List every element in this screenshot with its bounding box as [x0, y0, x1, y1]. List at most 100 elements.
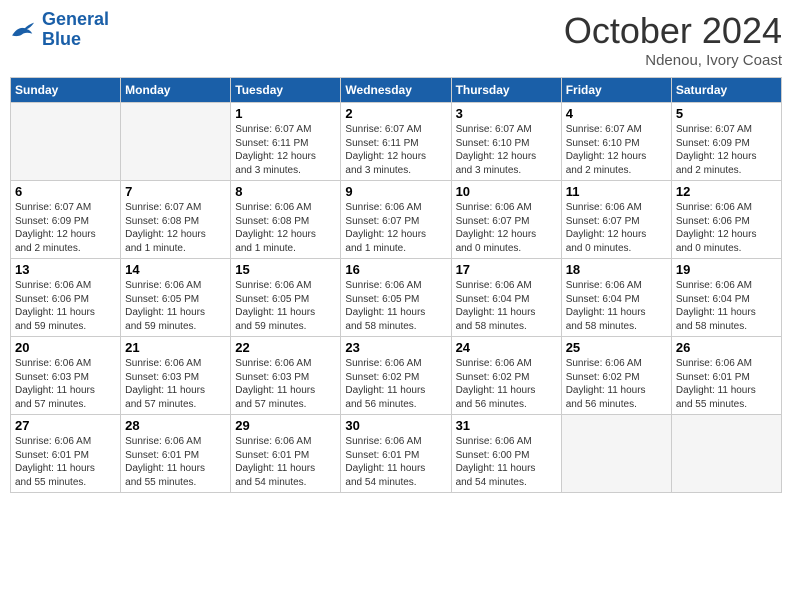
calendar-cell: 22 Sunrise: 6:06 AM Sunset: 6:03 PM Dayli… — [231, 337, 341, 415]
weekday-header: Wednesday — [341, 78, 451, 103]
weekday-header-row: SundayMondayTuesdayWednesdayThursdayFrid… — [11, 78, 782, 103]
day-info: Sunrise: 6:06 AM Sunset: 6:03 PM Dayligh… — [125, 357, 226, 411]
day-info: Sunrise: 6:07 AM Sunset: 6:11 PM Dayligh… — [345, 123, 446, 177]
day-info: Sunrise: 6:06 AM Sunset: 6:01 PM Dayligh… — [345, 435, 446, 489]
day-number: 10 — [456, 184, 557, 199]
calendar-cell: 28 Sunrise: 6:06 AM Sunset: 6:01 PM Dayli… — [121, 415, 231, 493]
weekday-header: Thursday — [451, 78, 561, 103]
month-title: October 2024 — [564, 10, 782, 52]
day-info: Sunrise: 6:06 AM Sunset: 6:04 PM Dayligh… — [566, 279, 667, 333]
weekday-header: Tuesday — [231, 78, 341, 103]
day-info: Sunrise: 6:06 AM Sunset: 6:01 PM Dayligh… — [15, 435, 116, 489]
day-info: Sunrise: 6:06 AM Sunset: 6:02 PM Dayligh… — [456, 357, 557, 411]
day-number: 5 — [676, 106, 777, 121]
day-number: 27 — [15, 418, 116, 433]
day-info: Sunrise: 6:06 AM Sunset: 6:05 PM Dayligh… — [345, 279, 446, 333]
day-number: 22 — [235, 340, 336, 355]
location-subtitle: Ndenou, Ivory Coast — [564, 52, 782, 69]
calendar-week-row: 13 Sunrise: 6:06 AM Sunset: 6:06 PM Dayli… — [11, 259, 782, 337]
calendar-cell: 12 Sunrise: 6:06 AM Sunset: 6:06 PM Dayli… — [671, 181, 781, 259]
day-info: Sunrise: 6:07 AM Sunset: 6:09 PM Dayligh… — [15, 201, 116, 255]
day-info: Sunrise: 6:07 AM Sunset: 6:08 PM Dayligh… — [125, 201, 226, 255]
calendar-cell: 7Sunrise: 6:07 AM Sunset: 6:08 PM Daylig… — [121, 181, 231, 259]
calendar-week-row: 1 Sunrise: 6:07 AM Sunset: 6:11 PM Daylig… — [11, 103, 782, 181]
day-info: Sunrise: 6:06 AM Sunset: 6:04 PM Dayligh… — [456, 279, 557, 333]
calendar-cell: 20 Sunrise: 6:06 AM Sunset: 6:03 PM Dayli… — [11, 337, 121, 415]
calendar-cell: 29 Sunrise: 6:06 AM Sunset: 6:01 PM Dayli… — [231, 415, 341, 493]
day-info: Sunrise: 6:06 AM Sunset: 6:01 PM Dayligh… — [235, 435, 336, 489]
day-info: Sunrise: 6:06 AM Sunset: 6:07 PM Dayligh… — [456, 201, 557, 255]
calendar-table: SundayMondayTuesdayWednesdayThursdayFrid… — [10, 77, 782, 493]
day-info: Sunrise: 6:06 AM Sunset: 6:01 PM Dayligh… — [125, 435, 226, 489]
logo: General Blue — [10, 10, 109, 50]
day-number: 12 — [676, 184, 777, 199]
day-number: 20 — [15, 340, 116, 355]
day-number: 23 — [345, 340, 446, 355]
calendar-week-row: 27 Sunrise: 6:06 AM Sunset: 6:01 PM Dayli… — [11, 415, 782, 493]
day-number: 28 — [125, 418, 226, 433]
calendar-cell: 9Sunrise: 6:06 AM Sunset: 6:07 PM Daylig… — [341, 181, 451, 259]
calendar-cell: 13 Sunrise: 6:06 AM Sunset: 6:06 PM Dayli… — [11, 259, 121, 337]
day-number: 2 — [345, 106, 446, 121]
day-info: Sunrise: 6:07 AM Sunset: 6:11 PM Dayligh… — [235, 123, 336, 177]
day-info: Sunrise: 6:06 AM Sunset: 6:07 PM Dayligh… — [566, 201, 667, 255]
calendar-cell: 11 Sunrise: 6:06 AM Sunset: 6:07 PM Dayli… — [561, 181, 671, 259]
day-info: Sunrise: 6:06 AM Sunset: 6:03 PM Dayligh… — [235, 357, 336, 411]
calendar-week-row: 20 Sunrise: 6:06 AM Sunset: 6:03 PM Dayli… — [11, 337, 782, 415]
day-info: Sunrise: 6:06 AM Sunset: 6:08 PM Dayligh… — [235, 201, 336, 255]
day-info: Sunrise: 6:06 AM Sunset: 6:01 PM Dayligh… — [676, 357, 777, 411]
day-info: Sunrise: 6:06 AM Sunset: 6:05 PM Dayligh… — [125, 279, 226, 333]
day-info: Sunrise: 6:06 AM Sunset: 6:05 PM Dayligh… — [235, 279, 336, 333]
day-info: Sunrise: 6:06 AM Sunset: 6:06 PM Dayligh… — [15, 279, 116, 333]
day-number: 31 — [456, 418, 557, 433]
calendar-cell: 25 Sunrise: 6:06 AM Sunset: 6:02 PM Dayli… — [561, 337, 671, 415]
day-number: 11 — [566, 184, 667, 199]
calendar-cell — [11, 103, 121, 181]
calendar-cell: 10 Sunrise: 6:06 AM Sunset: 6:07 PM Dayli… — [451, 181, 561, 259]
day-number: 16 — [345, 262, 446, 277]
calendar-cell: 3Sunrise: 6:07 AM Sunset: 6:10 PM Daylig… — [451, 103, 561, 181]
logo-bird-icon — [10, 19, 38, 41]
calendar-cell: 30 Sunrise: 6:06 AM Sunset: 6:01 PM Dayli… — [341, 415, 451, 493]
day-number: 19 — [676, 262, 777, 277]
day-info: Sunrise: 6:06 AM Sunset: 6:02 PM Dayligh… — [566, 357, 667, 411]
calendar-cell: 24 Sunrise: 6:06 AM Sunset: 6:02 PM Dayli… — [451, 337, 561, 415]
day-number: 13 — [15, 262, 116, 277]
day-number: 25 — [566, 340, 667, 355]
page-header: General Blue October 2024 Ndenou, Ivory … — [10, 10, 782, 69]
calendar-cell: 8Sunrise: 6:06 AM Sunset: 6:08 PM Daylig… — [231, 181, 341, 259]
day-number: 15 — [235, 262, 336, 277]
calendar-cell: 23Sunrise: 6:06 AM Sunset: 6:02 PM Dayli… — [341, 337, 451, 415]
calendar-cell: 21Sunrise: 6:06 AM Sunset: 6:03 PM Dayli… — [121, 337, 231, 415]
day-info: Sunrise: 6:06 AM Sunset: 6:06 PM Dayligh… — [676, 201, 777, 255]
day-number: 30 — [345, 418, 446, 433]
logo-text: General Blue — [42, 10, 109, 50]
day-number: 1 — [235, 106, 336, 121]
calendar-cell: 18 Sunrise: 6:06 AM Sunset: 6:04 PM Dayli… — [561, 259, 671, 337]
day-number: 24 — [456, 340, 557, 355]
calendar-cell — [671, 415, 781, 493]
day-number: 26 — [676, 340, 777, 355]
day-number: 18 — [566, 262, 667, 277]
day-info: Sunrise: 6:06 AM Sunset: 6:03 PM Dayligh… — [15, 357, 116, 411]
calendar-cell: 19Sunrise: 6:06 AM Sunset: 6:04 PM Dayli… — [671, 259, 781, 337]
calendar-cell — [121, 103, 231, 181]
calendar-cell: 15 Sunrise: 6:06 AM Sunset: 6:05 PM Dayli… — [231, 259, 341, 337]
calendar-cell: 1 Sunrise: 6:07 AM Sunset: 6:11 PM Daylig… — [231, 103, 341, 181]
day-number: 14 — [125, 262, 226, 277]
day-number: 29 — [235, 418, 336, 433]
calendar-cell: 6Sunrise: 6:07 AM Sunset: 6:09 PM Daylig… — [11, 181, 121, 259]
calendar-cell: 5Sunrise: 6:07 AM Sunset: 6:09 PM Daylig… — [671, 103, 781, 181]
calendar-week-row: 6Sunrise: 6:07 AM Sunset: 6:09 PM Daylig… — [11, 181, 782, 259]
day-info: Sunrise: 6:07 AM Sunset: 6:10 PM Dayligh… — [456, 123, 557, 177]
calendar-cell: 17Sunrise: 6:06 AM Sunset: 6:04 PM Dayli… — [451, 259, 561, 337]
calendar-cell: 14 Sunrise: 6:06 AM Sunset: 6:05 PM Dayli… — [121, 259, 231, 337]
day-number: 4 — [566, 106, 667, 121]
title-block: October 2024 Ndenou, Ivory Coast — [564, 10, 782, 69]
calendar-cell — [561, 415, 671, 493]
calendar-cell: 2 Sunrise: 6:07 AM Sunset: 6:11 PM Daylig… — [341, 103, 451, 181]
calendar-cell: 26 Sunrise: 6:06 AM Sunset: 6:01 PM Dayli… — [671, 337, 781, 415]
weekday-header: Saturday — [671, 78, 781, 103]
day-info: Sunrise: 6:06 AM Sunset: 6:07 PM Dayligh… — [345, 201, 446, 255]
calendar-cell: 4Sunrise: 6:07 AM Sunset: 6:10 PM Daylig… — [561, 103, 671, 181]
